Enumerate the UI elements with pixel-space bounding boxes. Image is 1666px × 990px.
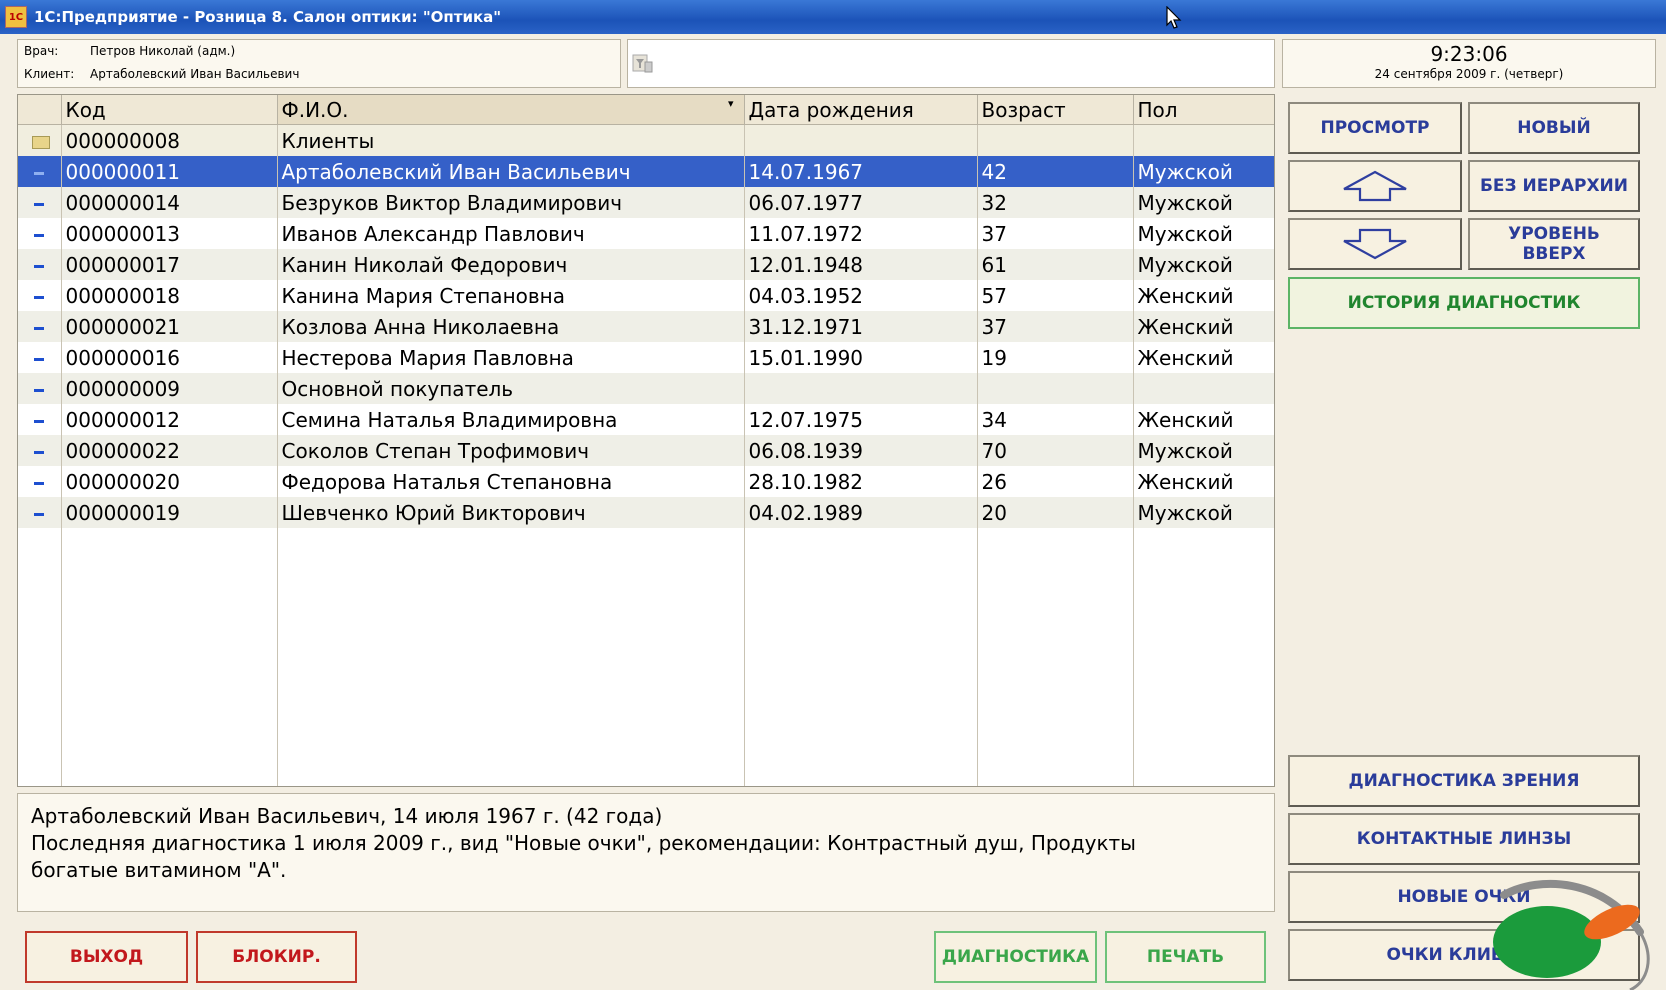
window-title: 1С:Предприятие - Розница 8. Салон оптики… [34,8,502,26]
cell-sex: Женский [1133,404,1274,435]
clients-table[interactable]: Код Ф.И.О. ▾ Дата рождения Возраст Пол 0… [17,94,1275,787]
column-header-name[interactable]: Ф.И.О. ▾ [277,95,745,125]
cell-sex [1133,124,1274,156]
cell-sex: Мужской [1133,249,1274,280]
column-header-mark [18,95,62,125]
cell-sex [1133,373,1274,404]
block-button[interactable]: БЛОКИР. [196,931,357,983]
contact-lenses-button[interactable]: КОНТАКТНЫЕ ЛИНЗЫ [1288,813,1640,865]
view-button[interactable]: ПРОСМОТР [1288,102,1462,154]
diagnostics-history-button[interactable]: ИСТОРИЯ ДИАГНОСТИК [1288,277,1640,329]
level-up-label-2: ВВЕРХ [1522,244,1586,264]
exit-button[interactable]: ВЫХОД [25,931,188,983]
column-header-sex[interactable]: Пол [1133,95,1274,125]
new-button[interactable]: НОВЫЙ [1468,102,1640,154]
level-up-button[interactable]: УРОВЕНЬ ВВЕРХ [1468,218,1640,270]
move-down-button[interactable] [1288,218,1462,270]
cell-sex: Женский [1133,342,1274,373]
summary-line-1: Артаболевский Иван Васильевич, 14 июля 1… [31,804,663,828]
cell-sex: Мужской [1133,156,1274,187]
client-summary: Артаболевский Иван Васильевич, 14 июля 1… [17,793,1275,912]
1c-app-icon: 1С [5,6,27,28]
cell-sex: Мужской [1133,497,1274,528]
doctor-value: Петров Николай (адм.) [90,44,236,58]
move-up-button[interactable] [1288,160,1462,212]
column-header-age[interactable]: Возраст [977,95,1134,125]
summary-line-3: богатые витамином "А". [31,858,287,882]
cell-sex: Женский [1133,466,1274,497]
cell-sex: Мужской [1133,187,1274,218]
window-titlebar: 1С 1С:Предприятие - Розница 8. Салон опт… [0,0,1666,34]
column-header-birthdate[interactable]: Дата рождения [744,95,978,125]
print-button[interactable]: ПЕЧАТЬ [1105,931,1266,983]
cell-sex: Мужской [1133,435,1274,466]
vision-diagnostics-button[interactable]: ДИАГНОСТИКА ЗРЕНИЯ [1288,755,1640,807]
column-header-code[interactable]: Код [61,95,278,125]
client-value: Артаболевский Иван Васильевич [90,67,300,81]
diagnostics-button[interactable]: ДИАГНОСТИКА [934,931,1097,983]
session-info-panel: Врач: Петров Николай (адм.) Клиент: Арта… [17,39,621,88]
mouse-cursor-icon [1166,6,1182,29]
sort-arrow-icon: ▾ [727,97,734,110]
level-up-label-1: УРОВЕНЬ [1508,224,1600,244]
cell-sex: Женский [1133,280,1274,311]
search-input[interactable] [627,39,1275,88]
client-label: Клиент: [24,67,75,81]
filter-icon[interactable] [632,54,654,74]
column-header-name-label: Ф.И.О. [281,97,349,122]
clock-date: 24 сентября 2009 г. (четверг) [1374,67,1564,81]
clock-time: 9:23:06 [1430,42,1508,66]
summary-line-2: Последняя диагностика 1 июля 2009 г., ви… [31,831,1136,855]
arrow-down-icon [1343,228,1407,260]
doctor-label: Врач: [24,44,59,58]
clock-panel: 9:23:06 24 сентября 2009 г. (четверг) [1282,39,1656,88]
arrow-up-icon [1343,170,1407,202]
no-hierarchy-button[interactable]: БЕЗ ИЕРАРХИИ [1468,160,1640,212]
table-header-row: Код Ф.И.О. ▾ Дата рождения Возраст Пол [18,95,1274,125]
cell-sex: Мужской [1133,218,1274,249]
eye-logo-icon [1493,879,1650,990]
cell-sex: Женский [1133,311,1274,342]
